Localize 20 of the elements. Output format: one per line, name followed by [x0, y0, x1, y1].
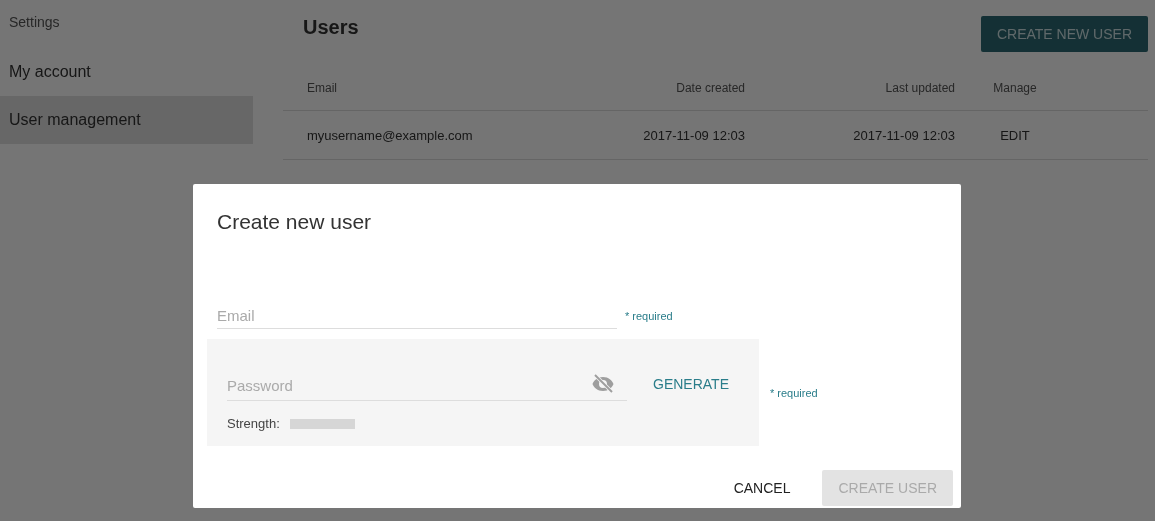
required-note: * required: [770, 386, 818, 399]
create-new-user-button[interactable]: CREATE NEW USER: [980, 16, 1148, 52]
eye-slash-icon[interactable]: [591, 372, 615, 396]
sidebar-heading: Settings: [8, 14, 61, 32]
cancel-button[interactable]: CANCEL: [717, 470, 807, 506]
table-cell-text: 2017-11-09 12:03: [852, 127, 955, 143]
sidebar-item[interactable]: My account: [0, 48, 253, 96]
edit-link[interactable]: EDIT: [955, 127, 1075, 143]
generate-button[interactable]: GENERATE: [649, 372, 733, 396]
page-title: Users: [303, 16, 359, 39]
strength-label: Strength:: [227, 416, 280, 431]
column-header: Last updated: [884, 81, 955, 95]
sidebar-item[interactable]: User management: [0, 96, 253, 144]
table-cell-text: myusername@example.com: [306, 127, 474, 143]
column-header: Manage: [992, 81, 1038, 95]
required-note: * required: [625, 309, 673, 322]
column-header: Email: [306, 81, 338, 95]
column-header: Date created: [675, 81, 745, 95]
table-cell-text: 2017-11-09 12:03: [642, 127, 745, 143]
dialog-title: Create new user: [216, 210, 373, 235]
